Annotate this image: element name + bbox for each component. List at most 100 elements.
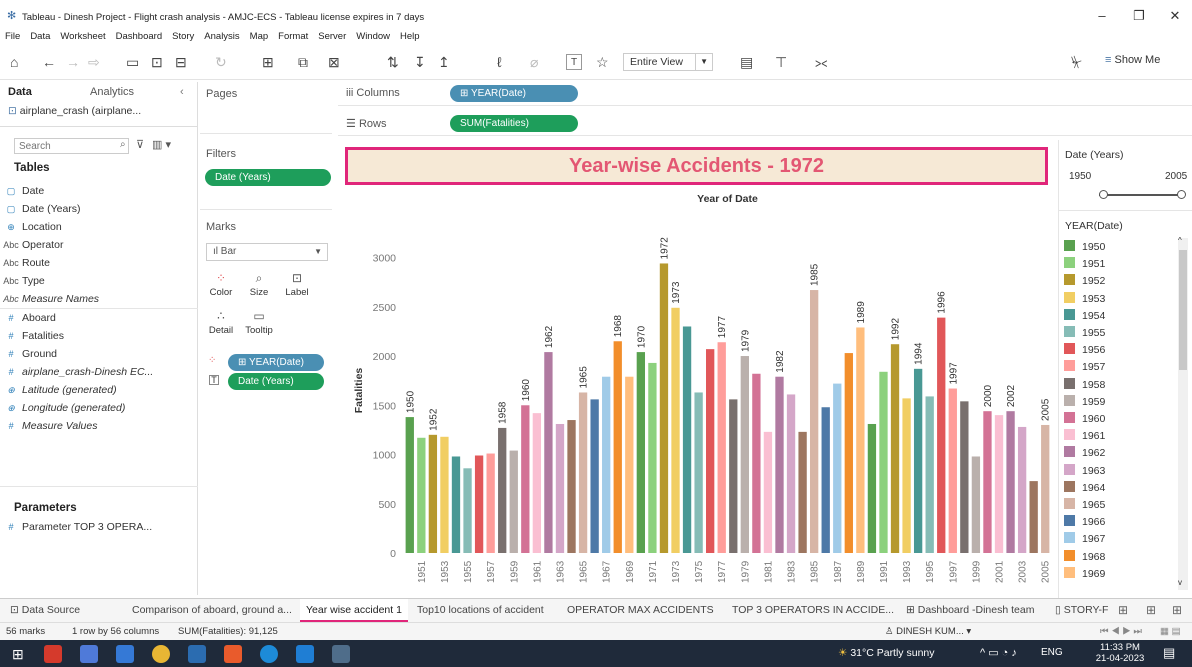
field-item[interactable]: Abc Measure Names xyxy=(0,290,198,308)
user-menu[interactable]: ♙ DINESH KUM... ▾ xyxy=(885,623,971,640)
tableau-taskbar-icon[interactable] xyxy=(332,645,350,663)
sheet-nav-icon[interactable]: ⏮ ◀ ▶ ⏭ xyxy=(1100,623,1142,640)
legend-item[interactable]: 1968 xyxy=(1064,548,1105,566)
detail-button[interactable]: ∴ Detail xyxy=(206,309,236,336)
group-icon[interactable]: ⌀ xyxy=(530,54,538,70)
search-input[interactable] xyxy=(14,138,129,154)
field-item[interactable]: # Aboard xyxy=(0,309,198,327)
rows-pill-sum-fatalities[interactable]: SUM(Fatalities) xyxy=(450,115,578,132)
tab-top10-locations[interactable]: Top10 locations of accident xyxy=(411,599,550,623)
legend-item[interactable]: 1954 xyxy=(1064,307,1105,325)
legend-item[interactable]: 1967 xyxy=(1064,530,1105,548)
clear-sheet-icon[interactable]: ⊠ xyxy=(328,54,340,70)
datasource-item[interactable]: ⊡ airplane_crash (airplane... xyxy=(8,105,141,117)
legend-item[interactable]: 1953 xyxy=(1064,290,1105,308)
scroll-up-icon[interactable]: ^ xyxy=(1178,236,1182,245)
tab-top3-operators[interactable]: TOP 3 OPERATORS IN ACCIDE... xyxy=(726,599,900,623)
language-indicator[interactable]: ENG xyxy=(1041,647,1063,658)
legend-item[interactable]: 1957 xyxy=(1064,358,1105,376)
tab-data-source[interactable]: ⊡ Data Source xyxy=(4,599,86,623)
new-datasource-icon[interactable]: ⊡ xyxy=(151,54,163,70)
field-item[interactable]: # Fatalities xyxy=(0,327,198,345)
tab-story[interactable]: ▯ STORY-F xyxy=(1049,599,1114,623)
office-icon[interactable] xyxy=(224,645,242,663)
view-options-icon[interactable]: ▥ ▾ xyxy=(152,138,171,151)
legend-item[interactable]: 1958 xyxy=(1064,376,1105,394)
new-dashboard-tab-icon[interactable]: ⊞ xyxy=(1146,603,1156,617)
marks-pill-date-years[interactable]: Date (Years) xyxy=(228,373,324,390)
close-icon[interactable]: ✕ xyxy=(1165,8,1185,24)
menu-help[interactable]: Help xyxy=(395,30,425,44)
sheet-sorter-icon[interactable]: ▦ ▤ xyxy=(1160,623,1181,640)
show-cards-icon[interactable]: ▤ xyxy=(740,54,753,70)
highlight-icon[interactable]: ℓ xyxy=(497,54,502,70)
tab-comparison[interactable]: Comparison of aboard, ground a... xyxy=(126,599,298,623)
menu-file[interactable]: File xyxy=(0,30,25,44)
field-item[interactable]: ⊕ Location xyxy=(0,218,198,236)
legend-item[interactable]: 1951 xyxy=(1064,255,1105,273)
label-button[interactable]: ⊡ Label xyxy=(282,271,312,298)
field-item[interactable]: Abc Route xyxy=(0,254,198,272)
tab-analytics[interactable]: Analytics xyxy=(90,82,134,102)
home-icon[interactable]: ⌂ xyxy=(10,54,18,70)
fix-axes-icon[interactable]: ☆ xyxy=(596,54,609,70)
sort-descending-icon[interactable]: ↥ xyxy=(438,54,450,70)
legend-item[interactable]: 1962 xyxy=(1064,444,1105,462)
tray-icons[interactable]: ^ ▭ ◔ ♪ xyxy=(980,646,1017,659)
tab-dashboard[interactable]: ⊞ Dashboard -Dinesh team xyxy=(900,599,1040,623)
legend-item[interactable]: 1955 xyxy=(1064,324,1105,342)
legend-item[interactable]: 1952 xyxy=(1064,272,1105,290)
connect-icon[interactable]: ⇨ xyxy=(88,54,100,70)
field-item[interactable]: ▢ Date xyxy=(0,182,198,200)
new-worksheet-icon[interactable]: ⊞ xyxy=(262,54,274,70)
menu-dashboard[interactable]: Dashboard xyxy=(111,30,167,44)
windows-start-icon[interactable]: ⊞ xyxy=(12,645,30,663)
tooltip-button[interactable]: ▭ Tooltip xyxy=(244,309,274,336)
field-item[interactable]: ⊕ Longitude (generated) xyxy=(0,399,198,417)
back-icon[interactable]: ← xyxy=(42,54,56,70)
clock[interactable]: 11:33 PM 21-04-2023 xyxy=(1095,642,1145,664)
color-button[interactable]: ⁘ Color xyxy=(206,271,236,298)
legend-scrollbar[interactable] xyxy=(1178,238,1188,590)
legend-item[interactable]: 1969 xyxy=(1064,565,1105,583)
legend-item[interactable]: 1965 xyxy=(1064,496,1105,514)
show-labels-icon[interactable]: T xyxy=(566,54,582,70)
edge-icon[interactable] xyxy=(260,645,278,663)
slider-min-handle[interactable] xyxy=(1099,190,1108,199)
new-story-tab-icon[interactable]: ⊞ xyxy=(1172,603,1182,617)
weather-widget[interactable]: ☀ 31°C Partly sunny xyxy=(838,647,935,659)
app-icon-1[interactable] xyxy=(44,645,62,663)
menu-map[interactable]: Map xyxy=(245,30,273,44)
tab-operator-max[interactable]: OPERATOR MAX ACCIDENTS xyxy=(561,599,720,623)
refresh-icon[interactable]: ↻ xyxy=(215,54,227,70)
legend-item[interactable]: 1960 xyxy=(1064,410,1105,428)
menu-server[interactable]: Server xyxy=(313,30,351,44)
menu-format[interactable]: Format xyxy=(273,30,313,44)
vscode-icon[interactable] xyxy=(296,645,314,663)
sort-ascending-icon[interactable]: ↧ xyxy=(414,54,426,70)
swap-icon[interactable]: ⇅ xyxy=(387,54,399,70)
field-item[interactable]: # Ground xyxy=(0,345,198,363)
file-explorer-icon[interactable] xyxy=(116,645,134,663)
menu-window[interactable]: Window xyxy=(351,30,395,44)
legend-item[interactable]: 1966 xyxy=(1064,513,1105,531)
size-button[interactable]: ⌕ Size xyxy=(244,271,274,298)
slider-max-handle[interactable] xyxy=(1177,190,1186,199)
filter-icon[interactable]: ⊽ xyxy=(136,138,144,151)
legend-item[interactable]: 1961 xyxy=(1064,427,1105,445)
minimize-icon[interactable]: – xyxy=(1092,8,1112,23)
legend-item[interactable]: 1959 xyxy=(1064,393,1105,411)
collapse-pane-icon[interactable]: ‹ xyxy=(180,82,184,102)
tab-data[interactable]: Data xyxy=(8,82,32,102)
parameter-item[interactable]: # Parameter TOP 3 OPERA... xyxy=(0,518,198,536)
duplicate-sheet-icon[interactable]: ⧉ xyxy=(298,54,308,70)
app-icon-3[interactable] xyxy=(188,645,206,663)
tab-year-wise-accident[interactable]: Year wise accident 1 xyxy=(300,599,408,623)
share-icon[interactable]: ⪥ xyxy=(815,54,827,70)
save-icon[interactable]: ▭ xyxy=(126,54,139,70)
scroll-down-icon[interactable]: v xyxy=(1178,578,1182,587)
legend-item[interactable]: 1963 xyxy=(1064,462,1105,480)
field-item[interactable]: Abc Type xyxy=(0,272,198,290)
presentation-icon[interactable]: ⊤ xyxy=(775,54,787,70)
view-mode-dropdown[interactable]: Entire View ▼ xyxy=(623,53,713,71)
